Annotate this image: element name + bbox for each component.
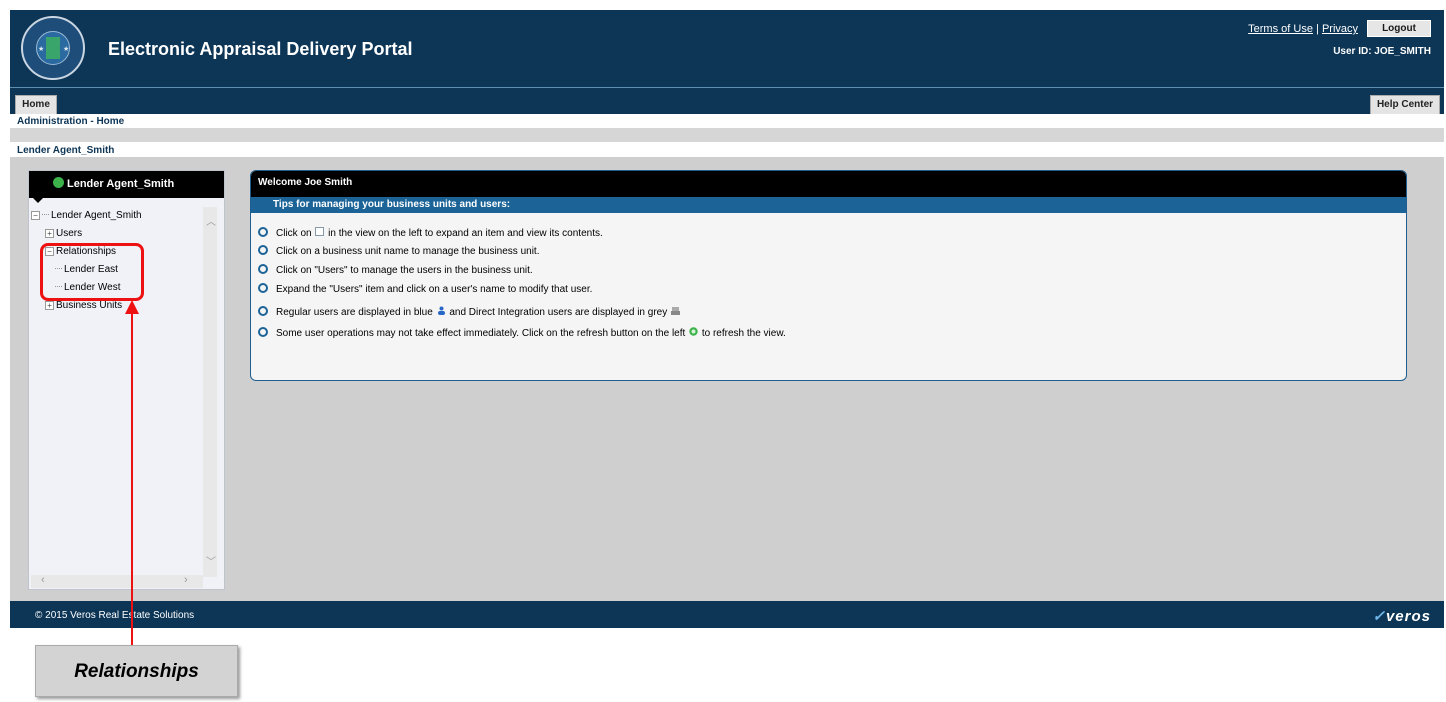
header-notch xyxy=(33,198,43,203)
app-title: Electronic Appraisal Delivery Portal xyxy=(108,39,413,59)
expand-icon[interactable]: + xyxy=(45,301,54,310)
page-title: Lender Agent_Smith xyxy=(17,145,115,156)
arrow-bullet-icon xyxy=(258,283,268,293)
tree-panel-title: Lender Agent_Smith xyxy=(67,178,175,190)
nav-bar: Home Help Center xyxy=(10,88,1444,114)
tip-item: Expand the "Users" item and click on a u… xyxy=(258,283,592,297)
tip-item: Click on "Users" to manage the users in … xyxy=(258,264,533,278)
footer-bar: © 2015 Veros Real Estate Solutions ✓vero… xyxy=(10,601,1444,628)
welcome-panel: Welcome Joe Smith Tips for managing your… xyxy=(250,170,1407,381)
horizontal-scrollbar[interactable]: ‹ › xyxy=(31,574,203,588)
tip-item: Some user operations may not take effect… xyxy=(258,327,786,341)
tree-item-root[interactable]: − Lender Agent_Smith xyxy=(31,209,142,223)
arrow-bullet-icon xyxy=(258,327,268,337)
tree-item-business-units[interactable]: + Business Units xyxy=(45,299,122,313)
copyright-text: © 2015 Veros Real Estate Solutions xyxy=(35,610,195,621)
logout-button[interactable]: Logout xyxy=(1367,20,1431,37)
tree-item-label: Lender Agent_Smith xyxy=(51,210,142,221)
tip-item: Regular users are displayed in blue and … xyxy=(258,306,681,320)
tip-item: Click on a business unit name to manage … xyxy=(258,245,540,259)
tips-subheader: Tips for managing your business units an… xyxy=(251,197,1406,213)
collapse-icon[interactable]: − xyxy=(31,211,40,220)
user-id-label: User ID: JOE_SMITH xyxy=(1333,46,1431,57)
annotation-arrow xyxy=(125,300,139,646)
refresh-icon[interactable] xyxy=(53,177,64,188)
grey-integration-user-icon xyxy=(671,307,681,315)
chevron-down-icon[interactable]: ﹀ xyxy=(206,553,216,568)
expand-icon[interactable]: + xyxy=(45,229,54,238)
tree-item-users[interactable]: + Users xyxy=(45,227,82,241)
terms-of-use-link[interactable]: Terms of Use xyxy=(1248,23,1313,35)
blue-user-icon xyxy=(437,306,445,315)
privacy-link[interactable]: Privacy xyxy=(1322,23,1358,35)
chevron-right-icon[interactable]: › xyxy=(184,574,188,586)
divider-band xyxy=(10,128,1444,142)
tree-panel-header: Lender Agent_Smith xyxy=(29,171,224,198)
tree-item-label: Users xyxy=(56,228,83,239)
refresh-icon xyxy=(689,327,698,336)
breadcrumb: Administration - Home xyxy=(17,116,125,127)
chevron-up-icon[interactable]: ︿ xyxy=(206,213,216,228)
relationships-highlight-box xyxy=(40,243,144,301)
link-separator: | xyxy=(1316,23,1319,35)
arrow-bullet-icon xyxy=(258,227,268,237)
tree-item-label: Business Units xyxy=(56,300,123,311)
veros-logo: ✓veros xyxy=(1372,608,1431,625)
tab-help-center[interactable]: Help Center xyxy=(1370,95,1440,114)
relationships-callout: Relationships xyxy=(35,645,238,697)
arrow-bullet-icon xyxy=(258,306,268,316)
arrow-bullet-icon xyxy=(258,245,268,255)
top-links: Terms of Use | Privacy xyxy=(1248,23,1358,35)
chevron-left-icon[interactable]: ‹ xyxy=(41,574,45,586)
veros-check-icon: ✓ xyxy=(1372,608,1386,625)
welcome-header: Welcome Joe Smith xyxy=(251,171,1406,197)
expand-box-icon xyxy=(315,227,325,236)
arrow-bullet-icon xyxy=(258,264,268,274)
hud-seal-logo: ★ ★ xyxy=(21,16,85,80)
tip-item: Click on in the view on the left to expa… xyxy=(258,227,603,241)
header-bar: ★ ★ Electronic Appraisal Delivery Portal … xyxy=(10,10,1444,88)
vertical-scrollbar[interactable]: ︿ ﹀ xyxy=(203,207,217,577)
tab-home[interactable]: Home xyxy=(15,95,57,114)
main-content: Lender Agent_Smith − Lender Agent_Smith +… xyxy=(10,157,1444,601)
